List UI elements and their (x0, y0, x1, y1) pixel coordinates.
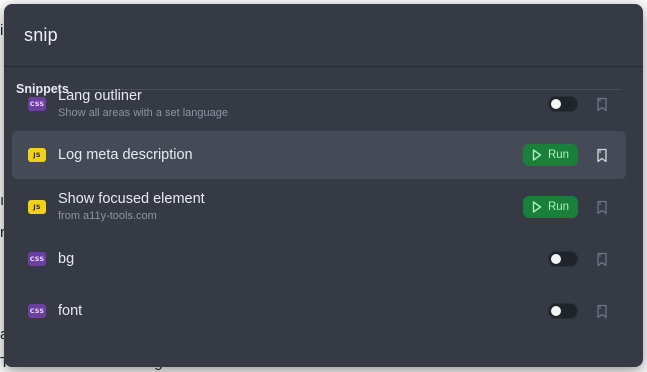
bookmark-icon[interactable] (595, 147, 609, 163)
js-badge-icon: JS (28, 200, 46, 214)
search-bar[interactable]: snip (4, 4, 643, 67)
snippet-toggle[interactable] (548, 96, 578, 112)
snippet-subtitle: from a11y-tools.com (58, 210, 157, 222)
snippet-row[interactable]: CSS Lang outliner Show all areas with a se… (12, 80, 626, 128)
snippet-toggle[interactable] (548, 251, 578, 267)
snippet-title: Log meta description (58, 147, 193, 163)
bookmark-icon-svg (597, 200, 607, 214)
toggle-knob (551, 306, 561, 316)
snippet-title: font (58, 303, 83, 319)
snippet-row[interactable]: JS Show focused element from a11y-tools.co… (12, 183, 626, 231)
command-palette: snip Snippets CSS Lang outliner Show all a… (4, 4, 643, 367)
run-label: Run (547, 149, 570, 161)
snippet-row[interactable]: JS Log meta description Run (12, 131, 626, 179)
snippet-title: bg (58, 251, 75, 267)
run-label: Run (547, 201, 570, 213)
run-button[interactable]: Run (523, 144, 578, 166)
css-badge-icon: CSS (28, 252, 46, 266)
snippet-title: Show focused element (58, 191, 205, 207)
background-text: i (0, 22, 4, 39)
toggle-knob (551, 254, 561, 264)
css-badge-icon: CSS (28, 304, 46, 318)
bookmark-icon-svg (597, 97, 607, 111)
search-input[interactable]: snip (24, 25, 58, 46)
snippet-toggle[interactable] (548, 303, 578, 319)
js-badge-icon: JS (28, 148, 46, 162)
bookmark-icon[interactable] (595, 199, 609, 215)
play-icon (532, 149, 542, 161)
bookmark-icon-svg (597, 148, 607, 162)
snippet-row[interactable]: CSS font (12, 287, 626, 335)
snippet-title: Lang outliner (58, 88, 142, 104)
run-button[interactable]: Run (523, 196, 578, 218)
play-icon (532, 201, 542, 213)
bookmark-icon[interactable] (595, 251, 609, 267)
toggle-knob (551, 99, 561, 109)
css-badge-icon: CSS (28, 97, 46, 111)
snippet-subtitle: Show all areas with a set language (58, 107, 228, 119)
snippet-row[interactable]: CSS bg (12, 235, 626, 283)
bookmark-icon-svg (597, 252, 607, 266)
bookmark-icon-svg (597, 304, 607, 318)
bookmark-icon[interactable] (595, 96, 609, 112)
bookmark-icon[interactable] (595, 303, 609, 319)
